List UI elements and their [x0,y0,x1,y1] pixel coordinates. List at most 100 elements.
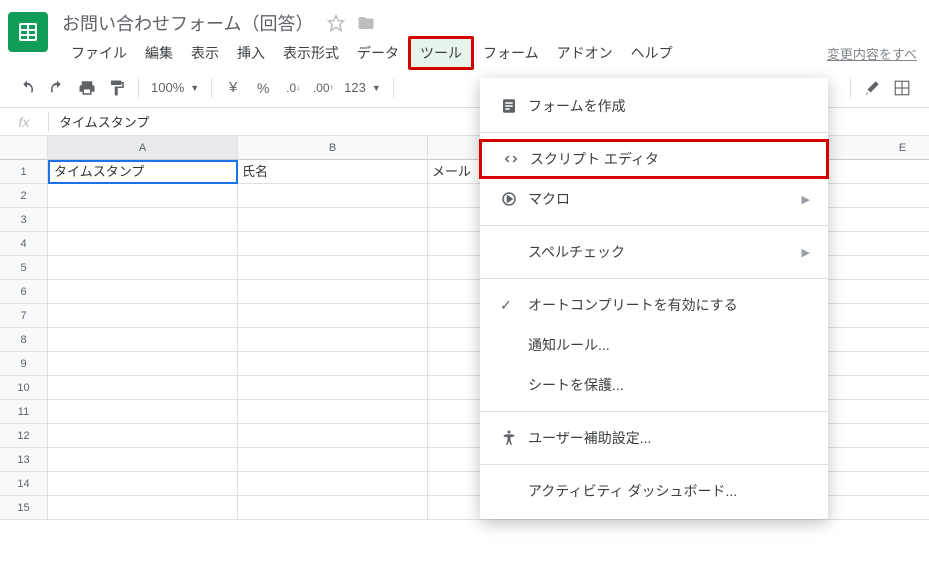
folder-icon[interactable] [357,14,375,32]
menu-item-オートコンプリートを有効にする[interactable]: ✓オートコンプリートを有効にする [480,285,828,325]
row-header[interactable]: 6 [0,280,48,304]
row-header[interactable]: 10 [0,376,48,400]
cell[interactable] [48,280,238,304]
paint-format-button[interactable] [102,74,132,102]
menu-item-アクティビティ ダッシュボード...[interactable]: アクティビティ ダッシュボード... [480,471,828,511]
menu-表示形式[interactable]: 表示形式 [274,39,348,67]
fill-color-button[interactable] [857,74,887,102]
cell[interactable] [238,280,428,304]
doc-title[interactable]: お問い合わせフォーム（回答） [62,10,313,36]
star-icon[interactable] [327,14,345,32]
cell[interactable] [48,400,238,424]
row-header[interactable]: 9 [0,352,48,376]
number-format-value: 123 [344,80,366,95]
cell[interactable] [48,304,238,328]
cell[interactable] [238,328,428,352]
changes-link[interactable]: 変更内容をすべ [827,44,917,63]
col-header[interactable]: B [238,136,428,160]
menu-separator [480,464,828,465]
cell[interactable] [238,424,428,448]
cell[interactable] [48,424,238,448]
row-header[interactable]: 7 [0,304,48,328]
cell[interactable] [238,232,428,256]
row-header[interactable]: 14 [0,472,48,496]
row-header[interactable]: 1 [0,160,48,184]
increase-decimal-button[interactable]: .00↑ [308,74,338,102]
menu-item-スペルチェック[interactable]: スペルチェック▶ [480,232,828,272]
menu-item-スクリプト エディタ[interactable]: スクリプト エディタ [479,139,829,179]
macro-icon [500,190,528,208]
formula-bar[interactable]: タイムスタンプ [49,112,149,131]
col-header[interactable]: A [48,136,238,160]
cell[interactable] [48,184,238,208]
cell[interactable] [48,496,238,520]
menu-item-フォームを作成[interactable]: フォームを作成 [480,86,828,126]
row-header[interactable]: 8 [0,328,48,352]
zoom-select[interactable]: 100%▼ [145,80,205,95]
cell[interactable] [48,472,238,496]
menu-アドオン[interactable]: アドオン [548,39,622,67]
blank-icon: ✓ [500,297,528,314]
cell[interactable] [238,376,428,400]
currency-button[interactable]: ¥ [218,74,248,102]
menu-item-label: スクリプト エディタ [530,149,659,169]
cell[interactable] [238,352,428,376]
cell[interactable] [238,304,428,328]
menu-item-label: ユーザー補助設定... [528,428,651,448]
menu-ツール[interactable]: ツール [408,36,474,70]
menu-ファイル[interactable]: ファイル [62,39,136,67]
row-header[interactable]: 4 [0,232,48,256]
select-all-corner[interactable] [0,136,48,160]
row-header[interactable]: 12 [0,424,48,448]
menu-フォーム[interactable]: フォーム [474,39,548,67]
undo-button[interactable] [12,74,42,102]
cell[interactable] [48,448,238,472]
menu-item-label: マクロ [528,189,570,209]
menu-編集[interactable]: 編集 [136,39,182,67]
menu-item-シートを保護...[interactable]: シートを保護... [480,365,828,405]
menu-item-通知ルール...[interactable]: 通知ルール... [480,325,828,365]
print-button[interactable] [72,74,102,102]
menu-separator [480,225,828,226]
sheets-logo[interactable] [8,12,48,52]
menu-item-ユーザー補助設定...[interactable]: ユーザー補助設定... [480,418,828,458]
row-header[interactable]: 5 [0,256,48,280]
menu-item-マクロ[interactable]: マクロ▶ [480,179,828,219]
decrease-decimal-button[interactable]: .0↓ [278,74,308,102]
cell[interactable] [238,448,428,472]
cell[interactable] [238,472,428,496]
a11y-icon [500,429,528,447]
cell[interactable] [48,208,238,232]
cell[interactable]: 氏名 [238,160,428,184]
cell[interactable] [238,496,428,520]
row-header[interactable]: 3 [0,208,48,232]
script-icon [502,150,530,168]
row-header[interactable]: 13 [0,448,48,472]
menu-item-label: スペルチェック [528,242,625,262]
menubar: ファイル編集表示挿入表示形式データツールフォームアドオンヘルプ 変更内容をすべ [62,38,921,68]
menu-挿入[interactable]: 挿入 [228,39,274,67]
cell[interactable] [48,376,238,400]
menu-item-label: シートを保護... [528,375,624,395]
cell[interactable] [238,184,428,208]
row-header[interactable]: 11 [0,400,48,424]
menu-データ[interactable]: データ [348,39,408,67]
cell[interactable] [48,256,238,280]
menu-item-label: アクティビティ ダッシュボード... [528,481,737,501]
cell[interactable] [48,328,238,352]
cell[interactable] [238,256,428,280]
row-header[interactable]: 15 [0,496,48,520]
row-header[interactable]: 2 [0,184,48,208]
cell[interactable] [238,208,428,232]
menu-item-label: オートコンプリートを有効にする [528,295,738,315]
menu-ヘルプ[interactable]: ヘルプ [622,39,682,67]
cell[interactable] [238,400,428,424]
menu-表示[interactable]: 表示 [182,39,228,67]
cell[interactable]: タイムスタンプ [48,160,238,184]
number-format-select[interactable]: 123▼ [338,80,387,95]
borders-button[interactable] [887,74,917,102]
cell[interactable] [48,352,238,376]
cell[interactable] [48,232,238,256]
percent-button[interactable]: % [248,74,278,102]
redo-button[interactable] [42,74,72,102]
